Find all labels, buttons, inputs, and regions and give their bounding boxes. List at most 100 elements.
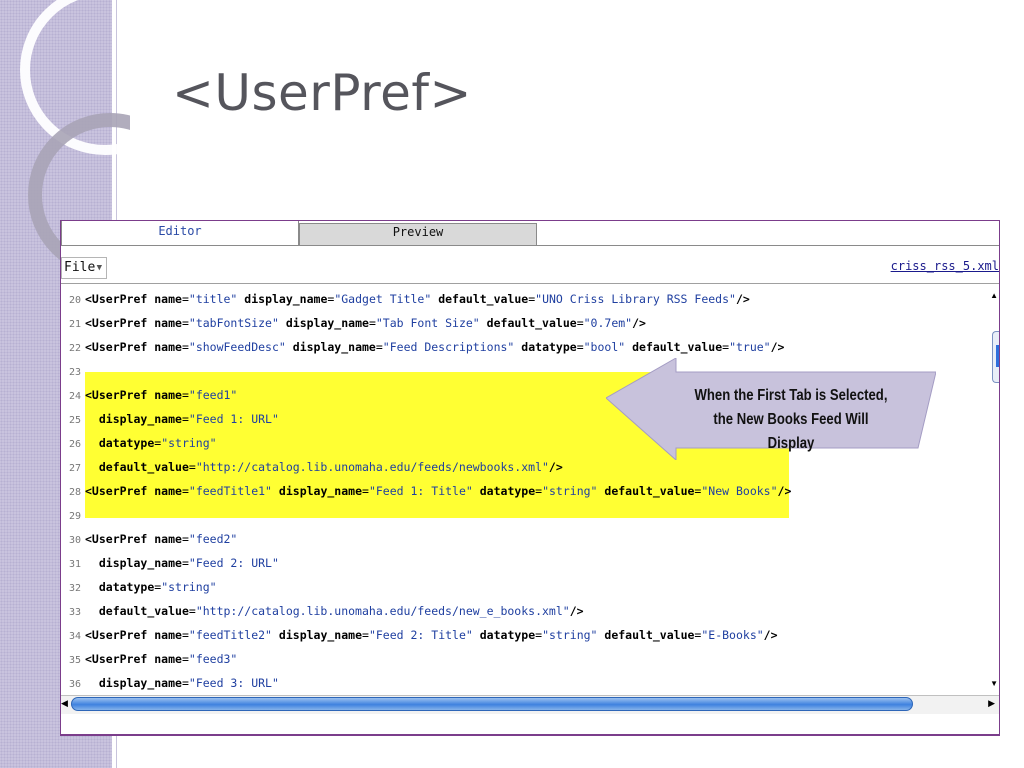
code-token: /> <box>569 604 584 618</box>
code-token: display_name <box>278 628 363 642</box>
code-token: = <box>181 676 189 690</box>
code-token: = <box>576 340 584 354</box>
code-token: "feedTitle2" <box>188 628 272 642</box>
code-token: "string" <box>542 628 598 642</box>
code-line: 26 datatype="string" <box>61 431 217 455</box>
code-token: display_name <box>244 292 328 306</box>
code-token: "title" <box>188 292 238 306</box>
code-token: = <box>188 460 196 474</box>
line-number: 33 <box>68 607 81 618</box>
code-line: 36 display_name="Feed 3: URL" <box>61 671 279 695</box>
line-number: 30 <box>68 535 81 546</box>
code-token: display_name <box>285 316 369 330</box>
tab-bar: Editor Preview <box>61 221 999 246</box>
file-name-link[interactable]: criss_rss_5.xml <box>891 259 999 273</box>
code-token: <UserPref <box>85 388 155 402</box>
line-number: 31 <box>68 559 81 570</box>
code-token: "feed2" <box>188 532 238 546</box>
code-token: = <box>188 604 196 618</box>
callout-line-1: When the First Tab is Selected, <box>694 387 888 404</box>
code-line: 29 <box>61 503 85 527</box>
scroll-up-arrow-icon[interactable]: ▲ <box>990 291 998 300</box>
code-token: "http://catalog.lib.unomaha.edu/feeds/ne… <box>195 460 549 474</box>
code-token: "UNO Criss Library RSS Feeds" <box>535 292 736 306</box>
code-line: 24 <UserPref name="feed1" <box>61 383 237 407</box>
code-token: "showFeedDesc" <box>188 340 286 354</box>
code-token: = <box>181 412 189 426</box>
code-line: 31 display_name="Feed 2: URL" <box>61 551 279 575</box>
code-token: "tabFontSize" <box>188 316 279 330</box>
line-number: 26 <box>68 439 81 450</box>
vertical-scroll-grip <box>996 345 999 367</box>
line-number: 36 <box>68 679 81 690</box>
code-line: 21 <UserPref name="tabFontSize" display_n… <box>61 311 646 335</box>
code-token: = <box>181 652 189 666</box>
code-token: /> <box>735 292 750 306</box>
code-token: datatype <box>479 628 536 642</box>
code-token: <UserPref <box>85 628 155 642</box>
code-token: name <box>154 388 182 402</box>
code-token: "string" <box>161 436 217 450</box>
scroll-down-arrow-icon[interactable]: ▼ <box>990 679 998 688</box>
code-token: = <box>181 484 189 498</box>
code-token: "string" <box>161 580 217 594</box>
code-token: display_name <box>278 484 363 498</box>
file-menu-button[interactable]: File ▼ <box>61 257 107 279</box>
code-token: name <box>154 628 182 642</box>
line-number: 23 <box>68 367 81 378</box>
line-number: 34 <box>68 631 81 642</box>
line-number: 20 <box>68 295 81 306</box>
code-token: = <box>181 628 189 642</box>
code-token: default_value <box>604 628 695 642</box>
slide-title: <UserPref> <box>172 64 472 122</box>
code-token: default_value <box>632 340 723 354</box>
code-token: = <box>375 340 383 354</box>
code-token: name <box>154 292 182 306</box>
tab-editor[interactable]: Editor <box>61 221 299 245</box>
chevron-down-icon: ▼ <box>96 263 102 273</box>
code-token: <UserPref <box>85 532 155 546</box>
code-token: datatype <box>98 580 155 594</box>
code-token: display_name <box>292 340 376 354</box>
code-line: 23 <box>61 359 85 383</box>
code-token: display_name <box>98 676 182 690</box>
code-token: "Feed 2: URL" <box>188 556 279 570</box>
code-token: datatype <box>479 484 536 498</box>
horizontal-scroll-thumb[interactable] <box>71 697 913 711</box>
scroll-right-arrow-icon[interactable]: ▶ <box>988 698 995 709</box>
line-number: 28 <box>68 487 81 498</box>
code-token: = <box>368 316 376 330</box>
line-number: 27 <box>68 463 81 474</box>
code-token: "Feed 3: URL" <box>188 676 279 690</box>
horizontal-scrollbar[interactable]: ◀ ▶ <box>61 695 999 714</box>
scroll-left-arrow-icon[interactable]: ◀ <box>61 698 68 709</box>
code-token: <UserPref <box>85 340 155 354</box>
code-token: = <box>181 532 189 546</box>
code-line: 35 <UserPref name="feed3" <box>61 647 237 671</box>
line-number: 24 <box>68 391 81 402</box>
code-line: 27 default_value="http://catalog.lib.uno… <box>61 455 563 479</box>
code-token: "feed1" <box>188 388 238 402</box>
code-editor[interactable]: 20 <UserPref name="title" display_name="G… <box>61 287 991 695</box>
code-token: default_value <box>438 292 529 306</box>
line-number: 32 <box>68 583 81 594</box>
line-number: 22 <box>68 343 81 354</box>
code-token: default_value <box>98 604 189 618</box>
code-token: "Tab Font Size" <box>375 316 480 330</box>
code-token: "Gadget Title" <box>334 292 432 306</box>
code-token: = <box>181 316 189 330</box>
code-token: = <box>362 484 369 498</box>
gadget-editor-window: Editor Preview File ▼ criss_rss_5.xml 20… <box>60 220 1000 735</box>
code-token: /> <box>770 340 785 354</box>
tab-preview[interactable]: Preview <box>299 223 537 245</box>
line-number: 25 <box>68 415 81 426</box>
